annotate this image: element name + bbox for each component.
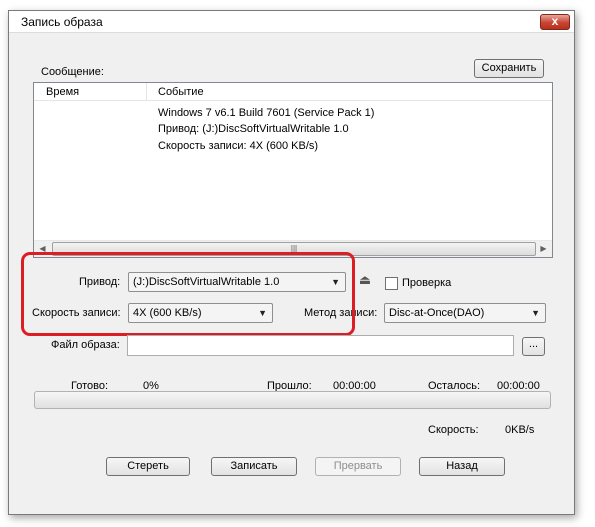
write-button[interactable]: Записать — [211, 457, 297, 476]
browse-button[interactable]: ... — [522, 337, 545, 356]
write-speed-label: Скорость записи: — [32, 307, 121, 319]
window-title: Запись образа — [21, 15, 103, 29]
list-header: Время Событие — [34, 83, 552, 101]
drive-select[interactable]: (J:)DiscSoftVirtualWritable 1.0 ▼ — [128, 272, 346, 292]
speed-value: 0KB/s — [505, 424, 535, 436]
image-file-label: Файл образа: — [51, 339, 120, 351]
messages-list[interactable]: Время Событие Windows 7 v6.1 Build 7601 … — [33, 82, 553, 258]
write-method-value: Disc-at-Once(DAO) — [389, 307, 485, 319]
write-method-label: Метод записи: — [304, 307, 378, 319]
chevron-down-icon: ▼ — [258, 308, 267, 318]
progress-bar — [34, 391, 551, 409]
messages-label: Сообщение: — [41, 66, 104, 78]
drive-label: Привод: — [79, 276, 121, 288]
chevron-down-icon: ▼ — [531, 308, 540, 318]
column-time[interactable]: Время — [46, 86, 79, 98]
drive-value: (J:)DiscSoftVirtualWritable 1.0 — [133, 276, 280, 288]
chevron-left-icon[interactable]: ◀ — [34, 241, 51, 257]
write-method-select[interactable]: Disc-at-Once(DAO) ▼ — [384, 303, 546, 323]
title-bar: Запись образа x — [9, 11, 574, 33]
list-item: Скорость записи: 4X (600 KB/s) — [158, 140, 319, 152]
abort-button[interactable]: Прервать — [315, 457, 401, 476]
save-log-button[interactable]: Сохранить — [474, 59, 544, 78]
back-button[interactable]: Назад — [419, 457, 505, 476]
close-icon: x — [551, 14, 559, 28]
verify-label[interactable]: Проверка — [402, 277, 451, 289]
eject-icon[interactable]: ⏏ — [356, 271, 374, 291]
horizontal-scrollbar[interactable]: ◀ ||| ▶ — [34, 240, 552, 257]
verify-checkbox[interactable] — [385, 277, 398, 290]
list-item: Windows 7 v6.1 Build 7601 (Service Pack … — [158, 107, 375, 119]
scrollbar-thumb[interactable]: ||| — [52, 242, 536, 256]
column-event[interactable]: Событие — [158, 86, 204, 98]
image-file-input[interactable] — [127, 335, 514, 356]
erase-button[interactable]: Стереть — [106, 457, 190, 476]
chevron-down-icon: ▼ — [331, 277, 340, 287]
close-button[interactable]: x — [540, 14, 570, 30]
chevron-right-icon[interactable]: ▶ — [535, 241, 552, 257]
write-speed-select[interactable]: 4X (600 KB/s) ▼ — [128, 303, 273, 323]
speed-label: Скорость: — [428, 424, 479, 436]
column-divider[interactable] — [146, 83, 147, 101]
write-speed-value: 4X (600 KB/s) — [133, 307, 202, 319]
list-item: Привод: (J:)DiscSoftVirtualWritable 1.0 — [158, 123, 349, 135]
